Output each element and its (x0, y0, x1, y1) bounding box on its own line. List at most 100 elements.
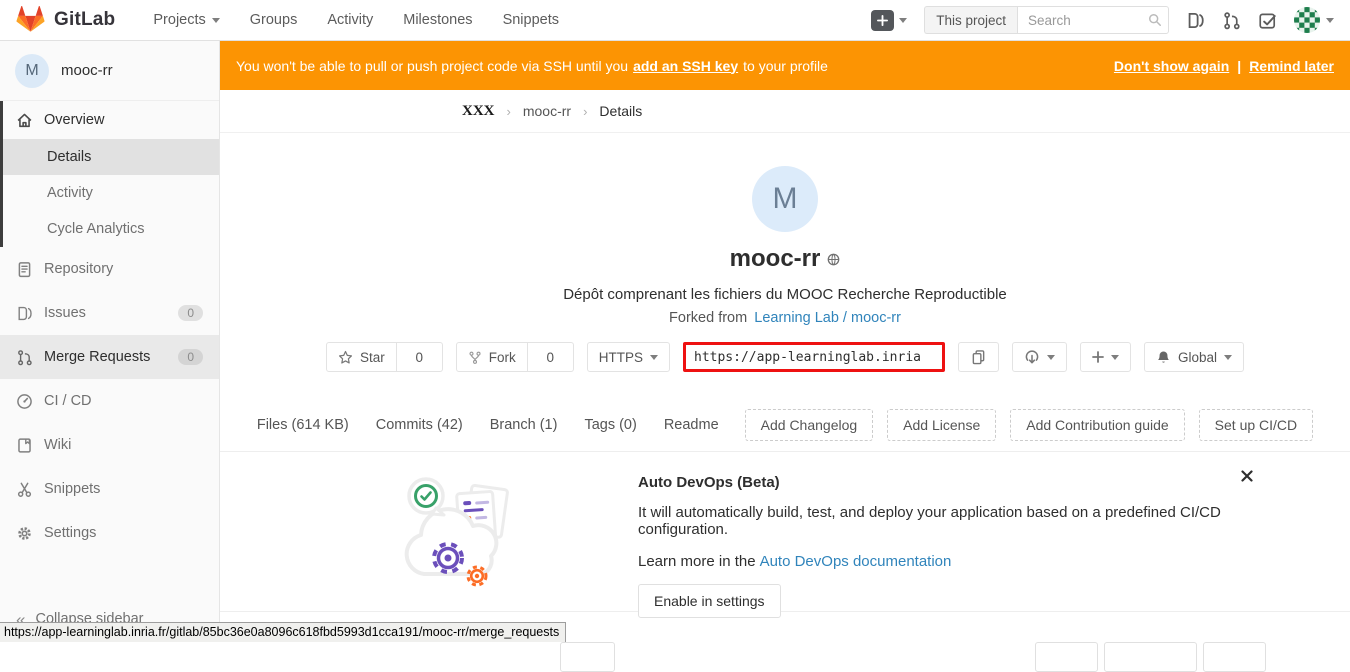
sidebar-item-details[interactable]: Details (3, 139, 219, 175)
project-sidebar: M mooc-rr Overview Details Activity Cycl… (0, 41, 220, 642)
auto-devops-banner: Auto DevOps (Beta) It will automatically… (220, 452, 1350, 612)
tab-tags[interactable]: Tags (0) (584, 417, 636, 433)
issues-icon (16, 305, 33, 322)
project-stats-bar: Files (614 KB) Commits (42) Branch (1) T… (220, 399, 1350, 452)
issues-count-badge: 0 (178, 305, 203, 321)
sidebar-item-overview[interactable]: Overview (3, 101, 219, 139)
todo-check-icon[interactable] (1258, 11, 1277, 30)
tab-commits[interactable]: Commits (42) (376, 417, 463, 433)
new-menu-dropdown[interactable] (871, 10, 907, 31)
sidebar-item-issues[interactable]: Issues 0 (0, 291, 219, 335)
clone-url-input[interactable] (683, 342, 945, 372)
main-content: XXX › mooc-rr › Details M mooc-rr Dépôt … (220, 90, 1350, 642)
project-title: mooc-rr (730, 245, 821, 273)
merge-requests-count-badge: 0 (178, 349, 203, 365)
nav-milestones[interactable]: Milestones (403, 12, 472, 28)
primary-nav: Projects Groups Activity Milestones Snip… (153, 12, 559, 28)
chevron-down-icon (1047, 355, 1055, 360)
project-description: Dépôt comprenant les fichiers du MOOC Re… (220, 286, 1350, 303)
breadcrumb-separator-icon: › (507, 104, 511, 119)
auto-devops-description: It will automatically build, test, and d… (638, 504, 1278, 538)
banner-text-suffix: to your profile (743, 58, 828, 74)
scissors-icon (16, 481, 33, 498)
plus-icon (1092, 351, 1104, 363)
sidebar-item-merge-requests[interactable]: Merge Requests 0 (0, 335, 219, 379)
ssh-warning-banner: You won't be able to pull or push projec… (220, 41, 1350, 90)
add-ssh-key-link[interactable]: add an SSH key (633, 58, 738, 74)
search-icon (1148, 13, 1162, 27)
breadcrumb-separator-icon: › (583, 104, 587, 119)
project-avatar-small: M (15, 54, 49, 88)
sidebar-section-overview: Overview Details Activity Cycle Analytic… (0, 101, 219, 247)
chevron-down-icon (1111, 355, 1119, 360)
star-count[interactable]: 0 (397, 342, 443, 372)
sidebar-item-repository[interactable]: Repository (0, 247, 219, 291)
issues-icon[interactable] (1186, 11, 1205, 30)
branch-selector-button[interactable] (560, 642, 615, 672)
auto-devops-title: Auto DevOps (Beta) (638, 474, 1278, 491)
banner-divider: | (1237, 58, 1241, 74)
globe-icon (827, 253, 840, 266)
gitlab-logo-text: GitLab (54, 9, 115, 31)
star-icon (338, 350, 353, 365)
file-action-button[interactable] (1035, 642, 1098, 672)
tab-readme[interactable]: Readme (664, 417, 719, 433)
sidebar-item-activity[interactable]: Activity (3, 175, 219, 211)
fork-icon (468, 350, 482, 365)
user-menu-dropdown[interactable] (1294, 7, 1334, 33)
breadcrumb-page[interactable]: Details (599, 103, 642, 119)
sidebar-item-ci-cd[interactable]: CI / CD (0, 379, 219, 423)
sidebar-item-snippets[interactable]: Snippets (0, 467, 219, 511)
search-scope-label: This project (924, 6, 1017, 34)
auto-devops-illustration (396, 466, 526, 594)
gauge-icon (16, 393, 33, 410)
gitlab-tanuki-icon (16, 6, 45, 34)
fork-count[interactable]: 0 (528, 342, 574, 372)
file-action-button[interactable] (1203, 642, 1266, 672)
sidebar-item-cycle-analytics[interactable]: Cycle Analytics (3, 211, 219, 247)
auto-devops-doc-link[interactable]: Auto DevOps documentation (760, 553, 952, 570)
merge-request-icon[interactable] (1222, 11, 1241, 30)
tab-branch[interactable]: Branch (1) (490, 417, 558, 433)
file-action-button[interactable] (1104, 642, 1197, 672)
chevron-down-icon (650, 355, 658, 360)
cloud-download-icon (1024, 349, 1040, 365)
banner-text: You won't be able to pull or push projec… (236, 58, 628, 74)
forked-from-link[interactable]: Learning Lab / mooc-rr (754, 310, 901, 326)
chevron-down-icon (899, 18, 907, 23)
add-changelog-button[interactable]: Add Changelog (745, 409, 874, 441)
bell-icon (1156, 350, 1171, 365)
fork-button[interactable]: Fork (456, 342, 528, 372)
merge-request-icon (16, 349, 33, 366)
top-navbar: GitLab Projects Groups Activity Mileston… (0, 0, 1350, 41)
setup-cicd-button[interactable]: Set up CI/CD (1199, 409, 1313, 441)
copy-url-button[interactable] (958, 342, 999, 372)
breadcrumb-root[interactable]: XXX (462, 103, 495, 120)
dont-show-again-link[interactable]: Don't show again (1114, 58, 1229, 74)
remind-later-link[interactable]: Remind later (1249, 58, 1334, 74)
nav-activity[interactable]: Activity (327, 12, 373, 28)
nav-snippets[interactable]: Snippets (503, 12, 559, 28)
breadcrumb: XXX › mooc-rr › Details (220, 90, 1350, 133)
document-icon (16, 261, 33, 278)
add-license-button[interactable]: Add License (887, 409, 996, 441)
search-input[interactable] (1017, 6, 1169, 34)
gitlab-logo[interactable]: GitLab (16, 6, 115, 34)
tab-files[interactable]: Files (614 KB) (257, 417, 349, 433)
nav-groups[interactable]: Groups (250, 12, 298, 28)
sidebar-item-wiki[interactable]: Wiki (0, 423, 219, 467)
sidebar-project-header[interactable]: M mooc-rr (0, 41, 219, 101)
gear-icon (16, 525, 33, 542)
sidebar-item-settings[interactable]: Settings (0, 511, 219, 555)
browser-status-bar: https://app-learninglab.inria.fr/gitlab/… (0, 622, 566, 642)
download-source-dropdown[interactable] (1012, 342, 1067, 372)
new-item-dropdown[interactable] (1080, 342, 1131, 372)
protocol-dropdown[interactable]: HTTPS (587, 342, 670, 372)
star-button[interactable]: Star (326, 342, 397, 372)
notification-setting-dropdown[interactable]: Global (1144, 342, 1244, 372)
add-contribution-guide-button[interactable]: Add Contribution guide (1010, 409, 1184, 441)
close-icon[interactable] (1241, 470, 1253, 482)
chevron-down-icon (1326, 18, 1334, 23)
breadcrumb-project[interactable]: mooc-rr (523, 103, 571, 119)
nav-projects[interactable]: Projects (153, 12, 219, 28)
